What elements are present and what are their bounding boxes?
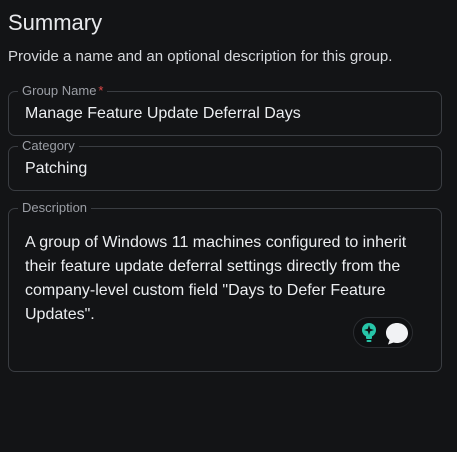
description-label: Description bbox=[18, 200, 92, 216]
section-subtitle: Provide a name and an optional descripti… bbox=[8, 48, 393, 65]
group-name-field[interactable]: Group Name * Manage Feature Update Deferr… bbox=[8, 83, 442, 136]
description-textarea[interactable]: A group of Windows 11 machines configure… bbox=[25, 231, 430, 327]
lightbulb-sparkle-icon[interactable] bbox=[360, 322, 378, 344]
category-label: Category bbox=[18, 138, 79, 154]
group-name-input[interactable]: Manage Feature Update Deferral Days bbox=[25, 105, 301, 123]
group-name-label-text: Group Name bbox=[22, 83, 97, 98]
summary-panel: Summary Provide a name and an optional d… bbox=[0, 0, 457, 452]
section-title: Summary bbox=[8, 10, 103, 35]
group-name-label: Group Name * bbox=[18, 83, 108, 99]
category-field[interactable]: Category Patching bbox=[8, 138, 442, 191]
chat-bubble-icon[interactable] bbox=[384, 321, 410, 346]
category-input[interactable]: Patching bbox=[25, 160, 87, 178]
required-marker: * bbox=[98, 83, 104, 98]
writing-assistant-widget[interactable] bbox=[353, 317, 413, 348]
